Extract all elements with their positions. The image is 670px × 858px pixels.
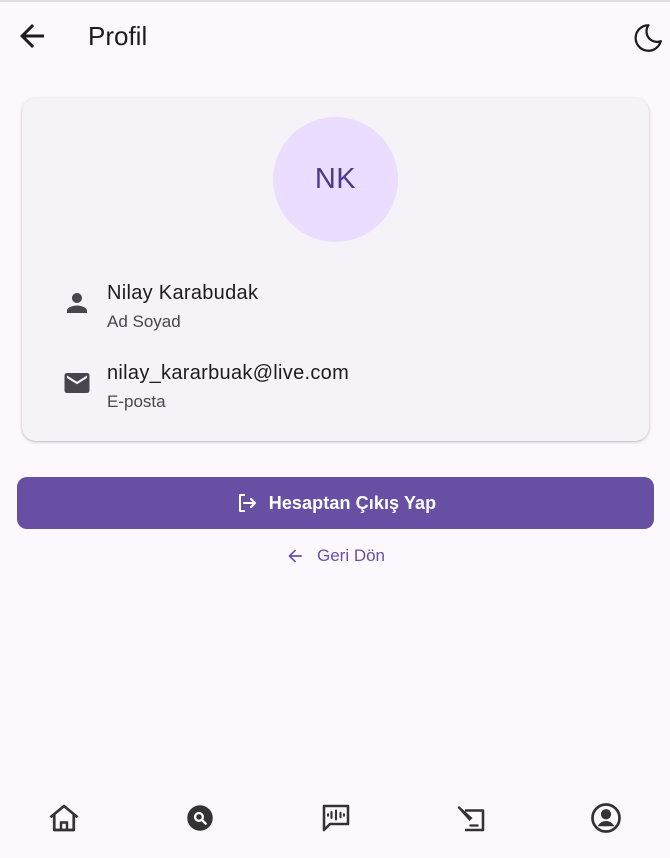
nav-search[interactable] <box>182 800 218 836</box>
theme-toggle-button[interactable] <box>630 20 666 56</box>
go-back-button[interactable]: Geri Dön <box>0 543 670 569</box>
voice-chat-icon <box>322 804 350 832</box>
name-row: Nilay Karabudak Ad Soyad <box>22 280 649 340</box>
name-value: Nilay Karabudak <box>107 282 259 304</box>
email-row: nilay_kararbuak@live.com E-posta <box>22 360 649 420</box>
bottom-navigation <box>0 790 670 850</box>
page-title: Profil <box>88 21 148 51</box>
avatar: NK <box>273 117 398 242</box>
logout-icon <box>238 494 256 512</box>
person-icon <box>67 293 87 313</box>
nav-account[interactable] <box>588 800 624 836</box>
dark-mode-moon-icon <box>634 24 662 52</box>
app-bar: Profil <box>0 2 670 68</box>
name-label: Ad Soyad <box>107 312 181 331</box>
back-button[interactable] <box>14 18 50 54</box>
arrow-back-icon <box>288 549 302 563</box>
account-icon <box>591 803 621 833</box>
logout-label: Hesaptan Çıkış Yap <box>268 492 437 513</box>
nav-home[interactable] <box>46 800 82 836</box>
nav-edit-document[interactable] <box>453 800 489 836</box>
home-icon <box>49 804 79 832</box>
email-label: E-posta <box>107 392 166 411</box>
logout-button[interactable]: Hesaptan Çıkış Yap <box>17 477 654 529</box>
search-icon <box>187 805 213 831</box>
go-back-label: Geri Dön <box>316 546 386 565</box>
arrow-back-icon <box>20 24 44 48</box>
nav-voice-chat[interactable] <box>318 800 354 836</box>
mail-icon <box>64 373 90 393</box>
profile-card: NK Nilay Karabudak Ad Soyad nilay_kararb… <box>22 98 649 441</box>
edit-document-icon <box>457 806 485 832</box>
email-value: nilay_kararbuak@live.com <box>107 362 350 384</box>
